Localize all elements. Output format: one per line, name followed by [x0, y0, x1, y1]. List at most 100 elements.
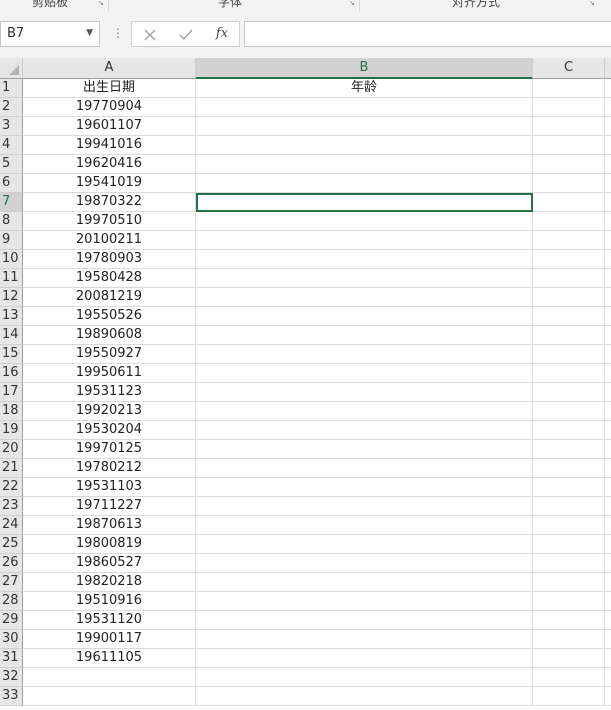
row-header[interactable]: 11 [0, 269, 23, 288]
cell-d[interactable] [605, 687, 611, 706]
cell-b[interactable] [196, 421, 533, 440]
name-box-value[interactable]: B7 [7, 26, 24, 41]
cell-d[interactable] [605, 345, 611, 364]
cell-c[interactable] [533, 478, 605, 497]
cell-c[interactable] [533, 79, 605, 98]
cell-c[interactable] [533, 402, 605, 421]
cell-c[interactable] [533, 535, 605, 554]
column-header-c[interactable]: C [533, 58, 605, 79]
cell-c[interactable] [533, 383, 605, 402]
row-header[interactable]: 24 [0, 516, 23, 535]
chevron-down-icon[interactable]: ▼ [86, 28, 93, 38]
cell-a[interactable]: 19941016 [23, 136, 196, 155]
cell-c[interactable] [533, 440, 605, 459]
cell-a[interactable]: 19860527 [23, 554, 196, 573]
cell-d[interactable] [605, 307, 611, 326]
cell-b[interactable] [196, 516, 533, 535]
cell-b[interactable] [196, 668, 533, 687]
cell-b[interactable] [196, 288, 533, 307]
cell-c[interactable] [533, 212, 605, 231]
cell-d[interactable] [605, 459, 611, 478]
cell-d[interactable] [605, 383, 611, 402]
cell-a[interactable]: 19541019 [23, 174, 196, 193]
cell-b[interactable] [196, 611, 533, 630]
cell-a[interactable]: 19620416 [23, 155, 196, 174]
row-header[interactable]: 19 [0, 421, 23, 440]
cell-d[interactable] [605, 117, 611, 136]
row-header[interactable]: 25 [0, 535, 23, 554]
cell-a[interactable]: 19550927 [23, 345, 196, 364]
cell-a[interactable]: 19900117 [23, 630, 196, 649]
cell-b[interactable] [196, 193, 533, 212]
row-header[interactable]: 14 [0, 326, 23, 345]
enter-button[interactable] [168, 22, 204, 46]
row-header[interactable]: 6 [0, 174, 23, 193]
cell-d[interactable] [605, 174, 611, 193]
cell-d[interactable] [605, 98, 611, 117]
cell-b[interactable] [196, 649, 533, 668]
cell-c[interactable] [533, 117, 605, 136]
more-options-icon[interactable]: ⋮ [112, 26, 124, 40]
cell-a[interactable]: 19820218 [23, 573, 196, 592]
row-header[interactable]: 23 [0, 497, 23, 516]
row-header[interactable]: 29 [0, 611, 23, 630]
cell-a[interactable] [23, 668, 196, 687]
cell-a[interactable]: 19531123 [23, 383, 196, 402]
cell-c[interactable] [533, 269, 605, 288]
cell-a[interactable]: 19580428 [23, 269, 196, 288]
cell-d[interactable] [605, 535, 611, 554]
cell-d[interactable] [605, 402, 611, 421]
cell-b[interactable] [196, 174, 533, 193]
cell-c[interactable] [533, 592, 605, 611]
cell-d[interactable] [605, 440, 611, 459]
cell-b[interactable] [196, 687, 533, 706]
cell-c[interactable] [533, 326, 605, 345]
cell-d[interactable] [605, 364, 611, 383]
cell-b[interactable] [196, 269, 533, 288]
cell-d[interactable] [605, 288, 611, 307]
cell-a[interactable]: 19920213 [23, 402, 196, 421]
cell-d[interactable] [605, 573, 611, 592]
cell-a[interactable]: 19870322 [23, 193, 196, 212]
row-header[interactable]: 7 [0, 193, 23, 212]
cell-c[interactable] [533, 98, 605, 117]
cell-d[interactable] [605, 79, 611, 98]
alignment-dialog-launcher-icon[interactable]: ↘ [589, 0, 596, 7]
cell-c[interactable] [533, 630, 605, 649]
cell-d[interactable] [605, 231, 611, 250]
cell-a[interactable]: 19800819 [23, 535, 196, 554]
clipboard-dialog-launcher-icon[interactable]: ↘ [98, 0, 105, 7]
cell-a[interactable]: 19780903 [23, 250, 196, 269]
row-header[interactable]: 17 [0, 383, 23, 402]
formula-input[interactable] [244, 21, 611, 47]
cell-a[interactable]: 19870613 [23, 516, 196, 535]
cell-b[interactable] [196, 250, 533, 269]
row-header[interactable]: 13 [0, 307, 23, 326]
row-header[interactable]: 22 [0, 478, 23, 497]
cell-b[interactable] [196, 345, 533, 364]
cell-a[interactable]: 19601107 [23, 117, 196, 136]
cell-c[interactable] [533, 516, 605, 535]
row-header[interactable]: 28 [0, 592, 23, 611]
cell-c[interactable] [533, 155, 605, 174]
cell-a[interactable]: 19890608 [23, 326, 196, 345]
row-header[interactable]: 8 [0, 212, 23, 231]
row-header[interactable]: 18 [0, 402, 23, 421]
cell-c[interactable] [533, 288, 605, 307]
column-header-a[interactable]: A [23, 58, 196, 79]
cell-d[interactable] [605, 155, 611, 174]
cell-b[interactable] [196, 478, 533, 497]
cell-c[interactable] [533, 193, 605, 212]
row-header[interactable]: 1 [0, 79, 23, 98]
cell-c[interactable] [533, 554, 605, 573]
cell-c[interactable] [533, 573, 605, 592]
cell-c[interactable] [533, 136, 605, 155]
cell-d[interactable] [605, 611, 611, 630]
cell-d[interactable] [605, 269, 611, 288]
cell-d[interactable] [605, 136, 611, 155]
cell-a[interactable]: 19531103 [23, 478, 196, 497]
column-header-partial[interactable] [605, 58, 611, 79]
cell-a[interactable]: 19770904 [23, 98, 196, 117]
cell-c[interactable] [533, 364, 605, 383]
cell-d[interactable] [605, 421, 611, 440]
